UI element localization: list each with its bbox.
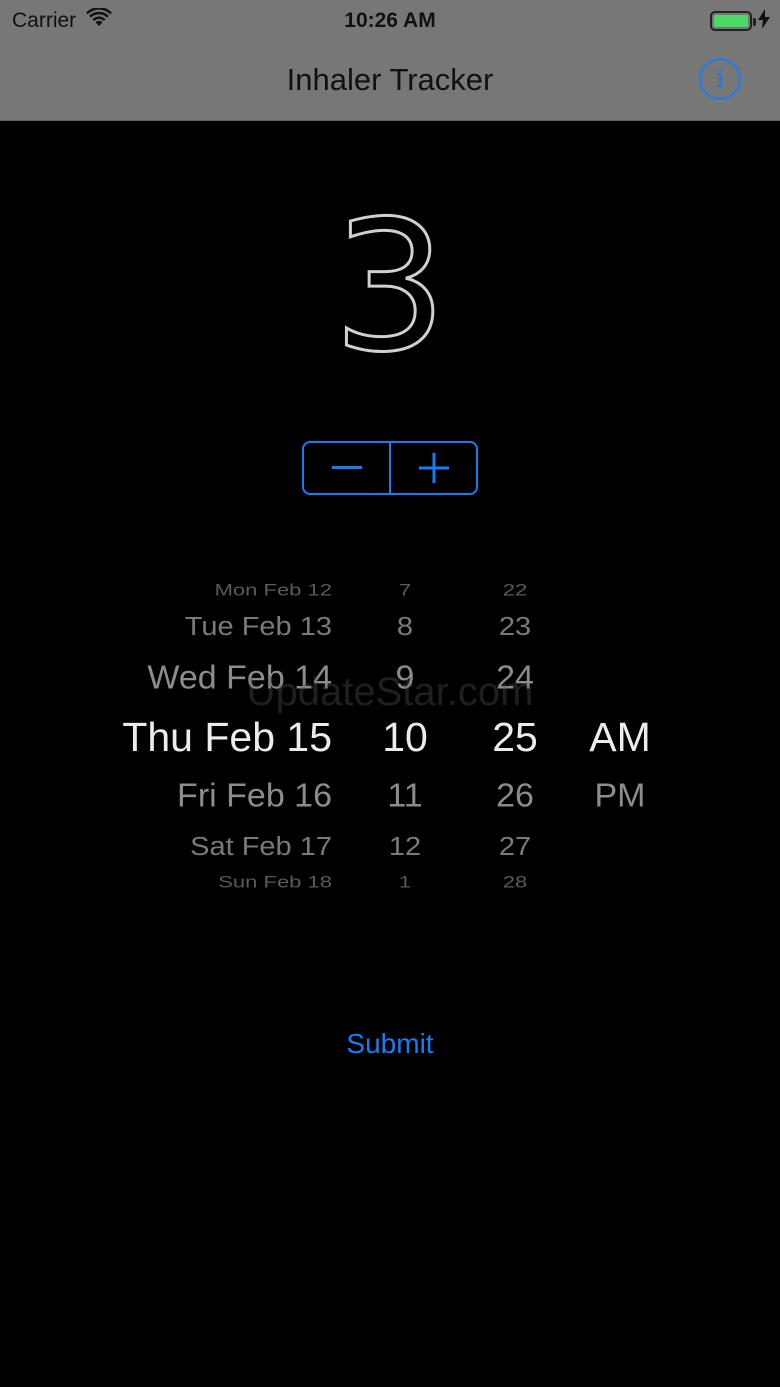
charging-bolt-icon [758,8,770,34]
picker-row-selected[interactable]: 25 [460,716,570,758]
navigation-bar: Carrier 10:26 AM Inhaler Tracker i [0,0,780,121]
picker-row[interactable]: 12 [350,834,460,860]
picker-row[interactable]: 23 [460,614,570,640]
minus-icon [331,466,362,469]
picker-row[interactable]: Mon Feb 12 [215,581,332,599]
decrement-button[interactable] [304,443,389,493]
picker-row-selected[interactable]: Thu Feb 15 [122,716,332,758]
picker-row[interactable]: Wed Feb 14 [147,662,332,695]
picker-row[interactable]: 9 [350,662,460,695]
picker-row[interactable]: Sun Feb 18 [218,873,332,891]
status-right [710,7,770,35]
picker-row[interactable]: 8 [350,614,460,640]
picker-row[interactable]: 1 [350,873,460,891]
info-circle-icon: i [715,64,725,94]
picker-column-minute[interactable]: 22 23 24 25 26 27 28 [460,560,570,905]
picker-row[interactable]: 27 [460,834,570,860]
picker-row-selected[interactable]: AM [570,716,670,758]
picker-row[interactable]: 28 [460,873,570,891]
dose-stepper[interactable] [302,441,478,495]
plus-icon [418,453,449,483]
dose-count: 3 [0,183,780,392]
battery-icon [710,11,756,31]
picker-row[interactable]: 22 [460,581,570,599]
increment-button[interactable] [389,443,476,493]
picker-row[interactable]: Fri Feb 16 [177,780,332,813]
picker-column-period[interactable]: AM PM [570,560,670,905]
status-time: 10:26 AM [344,9,436,32]
date-time-picker[interactable]: Mon Feb 12 Tue Feb 13 Wed Feb 14 Thu Feb 15… [100,560,680,905]
screen: Carrier 10:26 AM Inhaler Tracker i 3 Mon… [0,0,780,1387]
picker-row[interactable]: PM [570,780,670,813]
picker-row[interactable]: Tue Feb 13 [185,614,332,640]
picker-column-date[interactable]: Mon Feb 12 Tue Feb 13 Wed Feb 14 Thu Feb 15… [100,560,332,905]
page-title: Inhaler Tracker [286,62,494,97]
picker-row[interactable]: 7 [350,581,460,599]
picker-row[interactable]: 26 [460,780,570,813]
picker-row[interactable]: 11 [350,780,460,813]
picker-row[interactable]: 24 [460,662,570,695]
info-button[interactable]: i [699,58,741,100]
picker-row[interactable]: Sat Feb 17 [190,834,332,860]
submit-button[interactable]: Submit [0,1022,780,1066]
picker-column-hour[interactable]: 7 8 9 10 11 12 1 [350,560,460,905]
picker-row-selected[interactable]: 10 [350,716,460,758]
dose-count-value: 3 [331,183,449,392]
